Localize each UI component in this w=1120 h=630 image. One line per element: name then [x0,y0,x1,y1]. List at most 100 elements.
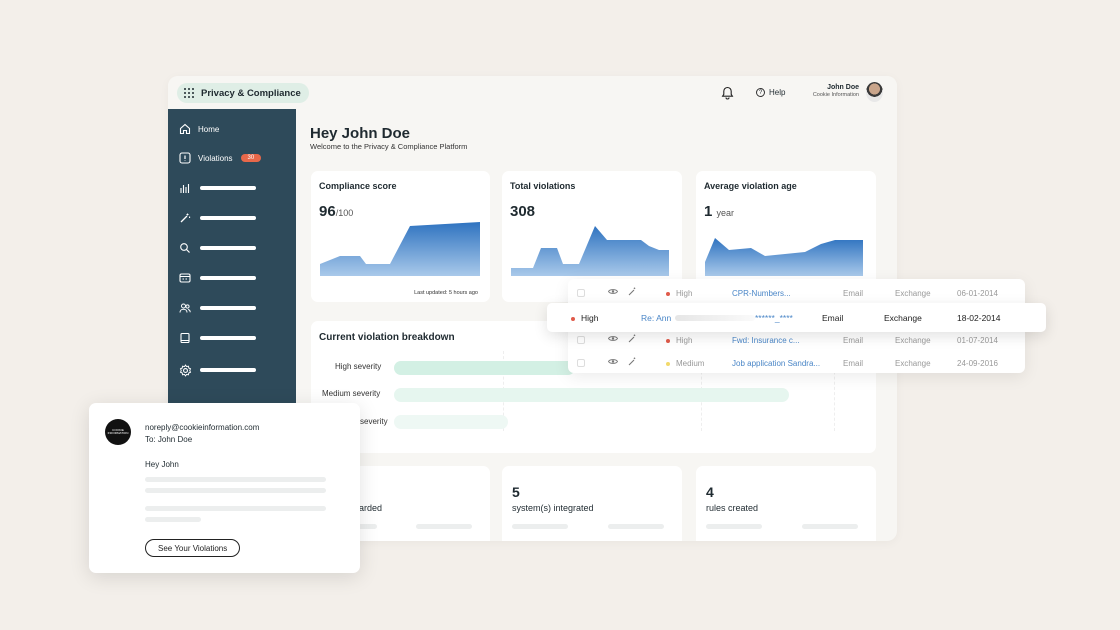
violations-sparkline [511,226,669,276]
placeholder-line [512,524,568,529]
type-cell: Email [843,289,864,298]
email-greeting: Hey John [145,460,179,469]
placeholder-line [802,524,858,529]
category-low: severity [360,417,388,426]
user-company: Cookie Information [812,92,859,98]
alert-icon [178,151,192,165]
see-violations-button[interactable]: See Your Violations [145,539,241,557]
source-cell: Exchange [895,336,931,345]
placeholder-line [145,488,326,493]
eye-icon[interactable] [607,288,619,297]
subject-link[interactable]: CPR-Numbers... [732,289,791,298]
page-title: Hey John Doe [310,125,411,142]
sidebar-item-placeholder [200,246,256,250]
sidebar-item-systems[interactable] [178,269,256,287]
sidebar-item-analytics[interactable] [178,179,256,197]
email-sender: noreply@cookieinformation.com [145,423,260,432]
subject-link[interactable]: Fwd: Insurance c... [732,336,800,345]
sidebar-item-placeholder [200,368,256,372]
age-unit: year [716,208,735,218]
high-severity-bar[interactable] [394,361,575,375]
card-title: Average violation age [704,181,797,191]
users-icon [178,301,192,315]
app-switcher[interactable]: Privacy & Compliance [177,83,309,103]
severity-cell: High [666,289,692,298]
sidebar-item-violations[interactable]: Violations 30 [178,149,262,167]
magic-wand-icon[interactable] [628,357,637,368]
date-cell: 24-09-2016 [957,359,998,368]
placeholder-line [608,524,664,529]
age-sparkline [705,238,863,276]
sidebar-item-home[interactable]: Home [178,120,219,138]
eye-icon[interactable] [607,335,619,344]
redacted-text [675,315,755,321]
highlighted-violation-row[interactable]: High Re: Ann ******_**** Email Exchange … [547,303,1046,332]
row-checkbox[interactable] [577,289,585,297]
rules-card: 4 rules created [696,466,876,541]
avatar[interactable] [866,82,883,102]
card-title: Total violations [510,181,576,191]
user-menu[interactable]: John Doe Cookie Information [813,84,859,98]
source-cell: Exchange [895,359,931,368]
sidebar-item-placeholder [200,276,256,280]
type-cell: Email [843,336,864,345]
score-unit: /100 [335,208,354,218]
help-label: Help [769,88,786,97]
home-icon [178,122,192,136]
user-name: John Doe [827,84,859,91]
bell-icon[interactable] [721,86,734,100]
help-icon: ? [756,88,765,97]
magic-wand-icon[interactable] [628,334,637,345]
gear-icon [178,363,192,377]
sidebar-item-search[interactable] [178,239,256,257]
compliance-score-card[interactable]: Compliance score 96/100 Last updated: 5 … [311,171,490,302]
help-button[interactable]: ? Help [756,88,785,97]
subject-link[interactable]: Re: Ann [641,313,671,323]
eye-icon[interactable] [607,358,619,367]
card-title: Compliance score [319,181,397,191]
score-number: 96 [319,203,336,220]
date-cell: 18-02-2014 [957,313,1001,323]
medium-severity-bar[interactable] [394,388,789,402]
sidebar-item-placeholder [200,186,256,190]
page-subtitle: Welcome to the Privacy & Compliance Plat… [310,142,468,151]
email-recipient: To: John Doe [145,435,193,444]
magic-wand-icon[interactable] [628,287,637,298]
sidebar-item-docs[interactable] [178,329,256,347]
sidebar-item-users[interactable] [178,299,256,317]
severity-cell: Medium [666,359,704,368]
compliance-sparkline [320,222,480,276]
window-icon [178,271,192,285]
source-cell: Exchange [895,289,931,298]
placeholder-line [706,524,762,529]
placeholder-line [145,517,201,522]
sidebar-item-placeholder [200,336,256,340]
row-checkbox[interactable] [577,336,585,344]
average-age-value: 1 year [704,203,734,220]
table-row[interactable]: Medium Job application Sandra... Email E… [568,351,1025,374]
systems-label: system(s) integrated [512,503,594,513]
row-checkbox[interactable] [577,359,585,367]
subject-link[interactable]: Job application Sandra... [732,359,820,368]
sidebar-item-settings[interactable] [178,361,256,379]
source-cell: Exchange [884,313,922,323]
date-cell: 01-07-2014 [957,336,998,345]
date-cell: 06-01-2014 [957,289,998,298]
severity-cell: High [571,313,598,323]
breakdown-title: Current violation breakdown [319,332,455,343]
placeholder-line [145,506,326,511]
magic-wand-icon [178,211,192,225]
table-row[interactable]: High CPR-Numbers... Email Exchange 06-01… [568,281,1025,304]
type-cell: Email [822,313,844,323]
rules-count: 4 [706,484,714,500]
sidebar-item-placeholder [200,306,256,310]
compliance-score-value: 96/100 [319,203,353,220]
sidebar-item-label: Home [198,124,220,134]
top-bar: Privacy & Compliance ? Help John Doe Coo… [168,76,897,109]
systems-count: 5 [512,484,520,500]
masked-value: ******_**** [755,313,793,323]
low-severity-bar[interactable] [394,415,508,429]
severity-cell: High [666,336,692,345]
sidebar-item-rules[interactable] [178,209,256,227]
book-icon [178,331,192,345]
